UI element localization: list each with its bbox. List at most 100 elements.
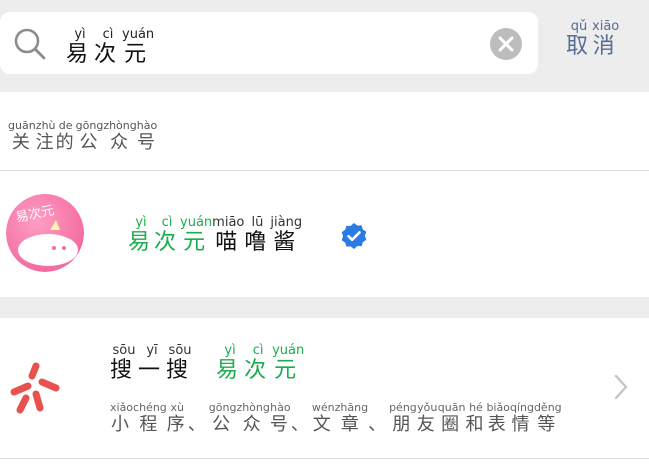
ruby-char: 搜sōu [166,343,195,383]
clear-icon[interactable] [490,28,522,60]
ruby-char: 号hào [136,119,158,153]
pinyin-label: lū [244,215,271,230]
pinyin-label: qǔ [566,19,592,34]
search-icon [14,28,46,60]
account-name[interactable]: 易yì次cì元yuán喵miāo噜lū酱jiàng [128,216,302,256]
pinyin-label: yuán [122,27,155,42]
ruby-char: 友yǒu [416,401,438,435]
pinyin-label: yǒu [416,401,438,414]
pinyin-label: sōu [166,343,195,358]
ruby-char: 情qíng [509,401,534,435]
ruby-char: 文wén [311,401,335,435]
pinyin-label: yì [128,215,154,230]
pinyin-label: yì [66,27,94,42]
cancel-button[interactable]: 取qǔ消xiāo [566,20,619,60]
pinyin-label: hé [465,401,487,414]
ruby-char: 、 [291,414,312,435]
ruby-char: 众zhòng [236,401,270,435]
pinyin-label: cì [94,27,123,42]
ruby-char: 公gōng [75,119,104,153]
pinyin-label: péng [389,401,417,414]
section-title: 关guān注zhù的de公gōng众zhòng号hào [8,120,157,154]
search-bar: 易yì次cì元yuán 取qǔ消xiāo [0,0,649,90]
ruby-char: 关guān [8,119,36,153]
pinyin-label: qíng [509,401,534,414]
pinyin-label [188,401,209,414]
ruby-char: 表biǎo [486,401,510,435]
ruby-char: 章zhāng [334,401,369,435]
account-name-highlight: 易yì次cì元yuán [128,215,213,255]
pinyin-label: xù [166,401,188,414]
account-name-rest: 喵miāo噜lū酱jiàng [212,215,303,255]
ruby-char: 易yì [216,343,245,383]
ruby-char: 程chéng [133,401,167,435]
sousou-title[interactable]: 搜sōu一yī搜sōu 易yì次cì元yuán [110,344,304,384]
pinyin-label: miāo [212,215,245,230]
sousou-title-highlight: 易yì次cì元yuán [216,343,305,383]
pinyin-label: zhòng [236,401,270,414]
avatar[interactable]: 易次元 [6,194,84,272]
pinyin-label [368,401,389,414]
pinyin-label: sōu [110,343,138,358]
pinyin-label: biǎo [486,401,510,414]
ruby-char: 酱jiàng [270,215,303,255]
ruby-char: 搜sōu [110,343,139,383]
pinyin-label: chéng [133,401,167,414]
pinyin-label: yuán [272,343,305,358]
ruby-char: 喵miāo [212,215,245,255]
ruby-char: 元yuán [180,215,213,255]
pinyin-label: gōng [208,401,237,414]
divider [0,170,649,171]
pinyin-label: děng [533,401,562,414]
followed-official-accounts-section: 关guān注zhù的de公gōng众zhòng号hào 易次元 易yì次cì元y… [0,92,649,297]
ruby-char: 元yuán [272,343,305,383]
pinyin-label: yì [216,343,245,358]
ruby-char: 注zhù [35,119,56,153]
pinyin-label: yī [138,343,167,358]
divider [0,458,649,459]
pinyin-label: zhòng [103,119,137,132]
sousou-icon [10,362,60,414]
pinyin-label: de [55,119,76,132]
ruby-char: 、 [368,414,389,435]
ruby-char: 一yī [138,343,167,383]
pinyin-label: xiǎo [110,401,134,414]
ruby-char: 众zhòng [103,119,137,153]
ruby-char: 等děng [533,401,562,435]
ruby-char: 易yì [66,27,95,67]
pinyin-label: hào [136,119,158,132]
pinyin-label: yuán [180,215,213,230]
pinyin-label: wén [311,401,335,414]
sousou-title-prefix: 搜sōu一yī搜sōu [110,343,195,383]
pinyin-label: quān [437,401,466,414]
ruby-char: 小xiǎo [110,401,134,435]
sousou-section[interactable]: 搜sōu一yī搜sōu易yì次cì元yuán 小xiǎo程chéng序xù、 公… [0,318,649,475]
pinyin-label: zhāng [334,401,369,414]
chevron-right-icon [614,374,628,400]
ruby-char: 取qǔ [566,19,593,59]
ruby-char: 元yuán [122,27,155,67]
ruby-char: 圈quān [437,401,466,435]
pinyin-label: cì [154,215,181,230]
pinyin-label: guān [8,119,36,132]
ruby-char: 序xù [166,401,188,435]
ruby-char: 号hào [269,401,291,435]
ruby-char: 易yì [128,215,155,255]
search-query[interactable]: 易yì次cì元yuán [66,28,154,68]
ruby-char: 次cì [154,215,181,255]
ruby-char: 的de [55,119,76,153]
pinyin-label: hào [269,401,291,414]
pinyin-label: zhù [35,119,56,132]
pinyin-label: xiāo [592,19,620,34]
ruby-char: 次cì [244,343,273,383]
ruby-char: 和hé [465,401,487,435]
ruby-char: 、 [188,414,209,435]
pinyin-label [291,401,312,414]
ruby-char: 次cì [94,27,123,67]
ruby-char: 朋péng [389,401,417,435]
pinyin-label: jiàng [270,215,303,230]
pinyin-label: gōng [75,119,104,132]
pinyin-label: cì [244,343,273,358]
search-input[interactable]: 易yì次cì元yuán [0,12,538,74]
ruby-char: 噜lū [244,215,271,255]
